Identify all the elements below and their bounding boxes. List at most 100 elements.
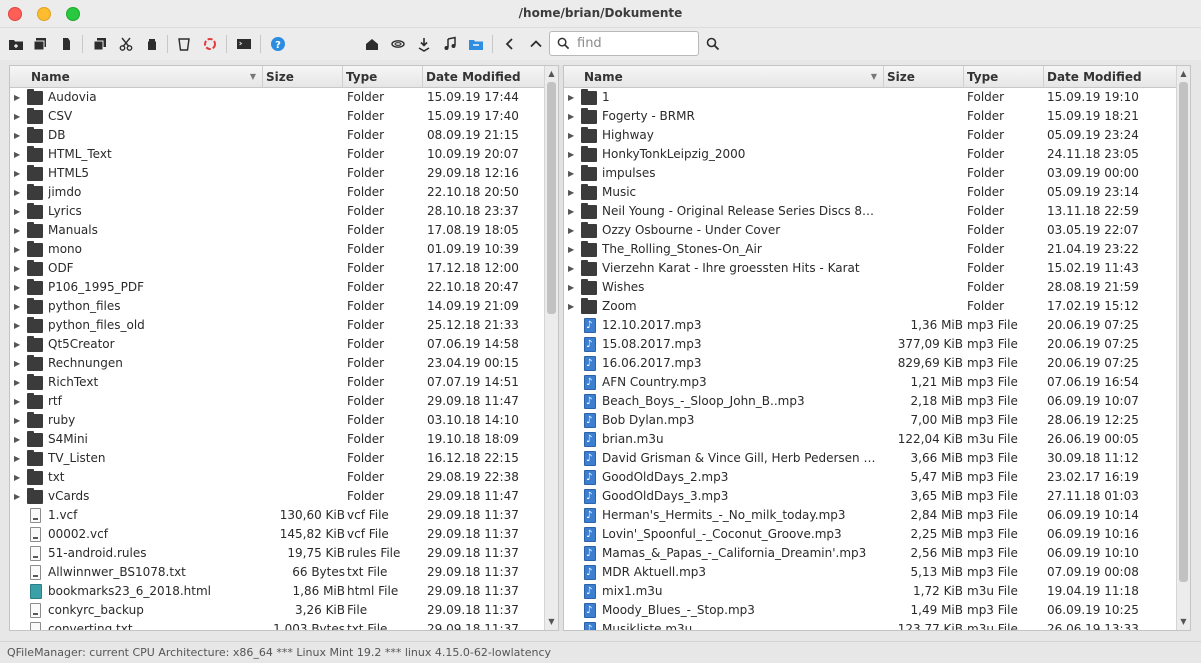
right-scrollbar[interactable]: ▲ ▼ bbox=[1176, 66, 1190, 630]
expand-arrow-icon[interactable]: ▶ bbox=[568, 259, 578, 278]
new-window-icon[interactable] bbox=[30, 34, 50, 54]
column-header-type[interactable]: Type bbox=[964, 66, 1044, 88]
cut-icon[interactable] bbox=[116, 34, 136, 54]
expand-arrow-icon[interactable]: ▶ bbox=[14, 297, 24, 316]
file-row[interactable]: Herman's_Hermits_-_No_milk_today.mp3 2,84… bbox=[564, 506, 1176, 525]
folder-row[interactable]: ▶ rtf Folder 29.09.18 11:47 bbox=[10, 392, 544, 411]
column-header-size[interactable]: Size bbox=[263, 66, 343, 88]
expand-arrow-icon[interactable]: ▶ bbox=[14, 392, 24, 411]
column-header-date[interactable]: Date Modified bbox=[1044, 66, 1178, 88]
folder-row[interactable]: ▶ RichText Folder 07.07.19 14:51 bbox=[10, 373, 544, 392]
file-row[interactable]: converting.txt 1.003 Bytes txt File 29.09.1… bbox=[10, 620, 544, 630]
expand-arrow-icon[interactable]: ▶ bbox=[14, 126, 24, 145]
folder-row[interactable]: ▶ Music Folder 05.09.19 23:14 bbox=[564, 183, 1176, 202]
download-icon[interactable] bbox=[414, 34, 434, 54]
folder-row[interactable]: ▶ Highway Folder 05.09.19 23:24 bbox=[564, 126, 1176, 145]
expand-arrow-icon[interactable]: ▶ bbox=[568, 126, 578, 145]
column-header-name[interactable]: Name ▼ bbox=[564, 66, 884, 88]
file-icon[interactable] bbox=[56, 34, 76, 54]
restore-icon[interactable] bbox=[200, 34, 220, 54]
expand-arrow-icon[interactable]: ▶ bbox=[14, 202, 24, 221]
folder-row[interactable]: ▶ Vierzehn Karat - Ihre groessten Hits - … bbox=[564, 259, 1176, 278]
folder-row[interactable]: ▶ jimdo Folder 22.10.18 20:50 bbox=[10, 183, 544, 202]
expand-arrow-icon[interactable]: ▶ bbox=[568, 183, 578, 202]
column-header-size[interactable]: Size bbox=[884, 66, 964, 88]
expand-arrow-icon[interactable]: ▶ bbox=[14, 487, 24, 506]
search-icon[interactable] bbox=[703, 34, 723, 54]
file-row[interactable]: GoodOldDays_2.mp3 5,47 MiB mp3 File 23.02.1… bbox=[564, 468, 1176, 487]
file-row[interactable]: bookmarks23_6_2018.html 1,86 MiB html File… bbox=[10, 582, 544, 601]
expand-arrow-icon[interactable]: ▶ bbox=[568, 88, 578, 107]
file-row[interactable]: Allwinnwer_BS1078.txt 66 Bytes txt File 29.… bbox=[10, 563, 544, 582]
scroll-up-icon[interactable]: ▲ bbox=[545, 67, 558, 81]
terminal-icon[interactable] bbox=[234, 34, 254, 54]
folder-row[interactable]: ▶ HonkyTonkLeipzig_2000 Folder 24.11.18 23:… bbox=[564, 145, 1176, 164]
file-row[interactable]: Musikliste.m3u 123,77 KiB m3u File 26.06.19… bbox=[564, 620, 1176, 630]
folder-icon[interactable] bbox=[466, 34, 486, 54]
folder-row[interactable]: ▶ Ozzy Osbourne - Under Cover Folder 03.05.… bbox=[564, 221, 1176, 240]
folder-row[interactable]: ▶ Audovia Folder 15.09.19 17:44 bbox=[10, 88, 544, 107]
folder-row[interactable]: ▶ HTML5 Folder 29.09.18 12:16 bbox=[10, 164, 544, 183]
column-header-type[interactable]: Type bbox=[343, 66, 423, 88]
file-row[interactable]: 15.08.2017.mp3 377,09 KiB mp3 File 20.06.19… bbox=[564, 335, 1176, 354]
file-row[interactable]: Lovin'_Spoonful_-_Coconut_Groove.mp3 2,25… bbox=[564, 525, 1176, 544]
expand-arrow-icon[interactable]: ▶ bbox=[568, 164, 578, 183]
paste-icon[interactable] bbox=[142, 34, 162, 54]
scrollbar-thumb[interactable] bbox=[547, 82, 556, 314]
expand-arrow-icon[interactable]: ▶ bbox=[14, 145, 24, 164]
file-row[interactable]: mix1.m3u 1,72 KiB m3u File 19.04.19 11:18 bbox=[564, 582, 1176, 601]
expand-arrow-icon[interactable]: ▶ bbox=[14, 221, 24, 240]
expand-arrow-icon[interactable]: ▶ bbox=[14, 449, 24, 468]
music-icon[interactable] bbox=[440, 34, 460, 54]
expand-arrow-icon[interactable]: ▶ bbox=[14, 430, 24, 449]
expand-arrow-icon[interactable]: ▶ bbox=[14, 373, 24, 392]
folder-row[interactable]: ▶ Qt5Creator Folder 07.06.19 14:58 bbox=[10, 335, 544, 354]
folder-row[interactable]: ▶ Lyrics Folder 28.10.18 23:37 bbox=[10, 202, 544, 221]
scroll-down-icon[interactable]: ▼ bbox=[1177, 615, 1190, 629]
folder-row[interactable]: ▶ Neil Young - Original Release Series Di… bbox=[564, 202, 1176, 221]
file-row[interactable]: MDR Aktuell.mp3 5,13 MiB mp3 File 07.09.19 … bbox=[564, 563, 1176, 582]
scroll-up-icon[interactable]: ▲ bbox=[1177, 67, 1190, 81]
folder-row[interactable]: ▶ P106_1995_PDF Folder 22.10.18 20:47 bbox=[10, 278, 544, 297]
expand-arrow-icon[interactable]: ▶ bbox=[14, 354, 24, 373]
left-scrollbar[interactable]: ▲ ▼ bbox=[544, 66, 558, 630]
folder-row[interactable]: ▶ Rechnungen Folder 23.04.19 00:15 bbox=[10, 354, 544, 373]
file-row[interactable]: Beach_Boys_-_Sloop_John_B..mp3 2,18 MiB mp… bbox=[564, 392, 1176, 411]
column-header-date[interactable]: Date Modified bbox=[423, 66, 545, 88]
file-row[interactable]: brian.m3u 122,04 KiB m3u File 26.06.19 00:0… bbox=[564, 430, 1176, 449]
bookmark-icon[interactable] bbox=[388, 34, 408, 54]
folder-row[interactable]: ▶ mono Folder 01.09.19 10:39 bbox=[10, 240, 544, 259]
file-row[interactable]: Bob Dylan.mp3 7,00 MiB mp3 File 28.06.19 12… bbox=[564, 411, 1176, 430]
expand-arrow-icon[interactable]: ▶ bbox=[568, 145, 578, 164]
file-row[interactable]: 00002.vcf 145,82 KiB vcf File 29.09.18 11:3… bbox=[10, 525, 544, 544]
search-input[interactable] bbox=[577, 35, 695, 52]
folder-row[interactable]: ▶ 1 Folder 15.09.19 19:10 bbox=[564, 88, 1176, 107]
expand-arrow-icon[interactable]: ▶ bbox=[568, 107, 578, 126]
expand-arrow-icon[interactable]: ▶ bbox=[14, 107, 24, 126]
folder-row[interactable]: ▶ impulses Folder 03.09.19 00:00 bbox=[564, 164, 1176, 183]
folder-row[interactable]: ▶ Fogerty - BRMR Folder 15.09.19 18:21 bbox=[564, 107, 1176, 126]
scrollbar-thumb[interactable] bbox=[1179, 82, 1188, 582]
folder-row[interactable]: ▶ Zoom Folder 17.02.19 15:12 bbox=[564, 297, 1176, 316]
expand-arrow-icon[interactable]: ▶ bbox=[14, 88, 24, 107]
expand-arrow-icon[interactable]: ▶ bbox=[14, 316, 24, 335]
expand-arrow-icon[interactable]: ▶ bbox=[14, 240, 24, 259]
expand-arrow-icon[interactable]: ▶ bbox=[14, 335, 24, 354]
folder-row[interactable]: ▶ The_Rolling_Stones-On_Air Folder 21.04.19… bbox=[564, 240, 1176, 259]
expand-arrow-icon[interactable]: ▶ bbox=[568, 240, 578, 259]
folder-row[interactable]: ▶ python_files Folder 14.09.19 21:09 bbox=[10, 297, 544, 316]
folder-row[interactable]: ▶ DB Folder 08.09.19 21:15 bbox=[10, 126, 544, 145]
folder-row[interactable]: ▶ vCards Folder 29.09.18 11:47 bbox=[10, 487, 544, 506]
copy-icon[interactable] bbox=[90, 34, 110, 54]
file-row[interactable]: 12.10.2017.mp3 1,36 MiB mp3 File 20.06.19 0… bbox=[564, 316, 1176, 335]
expand-arrow-icon[interactable]: ▶ bbox=[14, 259, 24, 278]
folder-row[interactable]: ▶ HTML_Text Folder 10.09.19 20:07 bbox=[10, 145, 544, 164]
expand-arrow-icon[interactable]: ▶ bbox=[568, 278, 578, 297]
expand-arrow-icon[interactable]: ▶ bbox=[14, 164, 24, 183]
scroll-down-icon[interactable]: ▼ bbox=[545, 615, 558, 629]
file-row[interactable]: Moody_Blues_-_Stop.mp3 1,49 MiB mp3 File 06… bbox=[564, 601, 1176, 620]
home-icon[interactable] bbox=[362, 34, 382, 54]
up-icon[interactable] bbox=[526, 34, 546, 54]
folder-row[interactable]: ▶ S4Mini Folder 19.10.18 18:09 bbox=[10, 430, 544, 449]
column-header-name[interactable]: Name ▼ bbox=[10, 66, 263, 88]
